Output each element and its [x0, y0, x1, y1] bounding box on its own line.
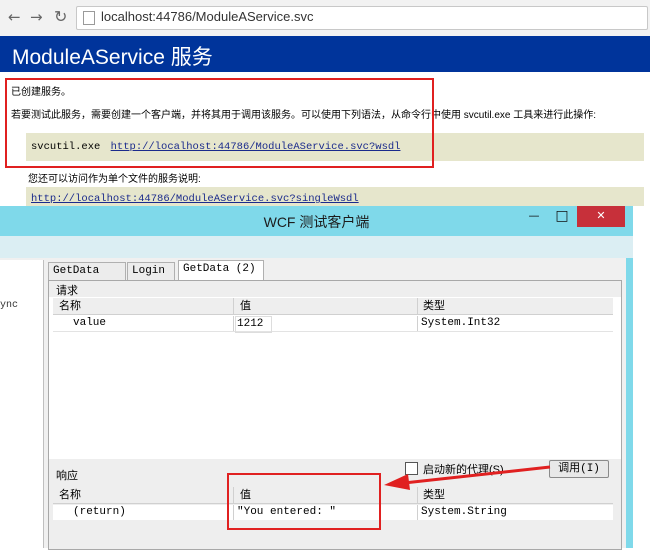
- arrow-shaft: [403, 465, 551, 485]
- window-titlebar[interactable]: WCF 测试客户端 — □ ✕: [0, 206, 633, 236]
- tab-getdata-1[interactable]: GetData (1): [48, 262, 126, 294]
- divider: [417, 505, 418, 520]
- request-section-header: 请求: [49, 281, 621, 297]
- request-param-type: System.Int32: [421, 317, 501, 329]
- menu-bar: [0, 236, 633, 258]
- minimize-icon[interactable]: —: [520, 206, 548, 227]
- response-label: 响应: [56, 470, 78, 482]
- annotation-arrow: [384, 465, 551, 490]
- tree-item-fragment[interactable]: ync: [0, 300, 18, 311]
- arrow-head: [384, 474, 410, 490]
- page-icon: [83, 11, 95, 25]
- request-header-name: 名称: [59, 299, 81, 312]
- window-right-border: [626, 258, 633, 548]
- divider: [233, 316, 234, 331]
- service-header: ModuleAService 服务: [0, 36, 650, 72]
- service-tree[interactable]: ync: [0, 260, 44, 548]
- request-param-name: value: [73, 317, 107, 329]
- forward-icon[interactable]: →: [30, 8, 43, 26]
- single-wsdl-link[interactable]: http://localhost:44786/ModuleAService.sv…: [31, 193, 359, 205]
- request-grid-header: 名称 值 类型: [53, 298, 613, 315]
- divider: [417, 316, 418, 331]
- refresh-icon[interactable]: ↻: [54, 8, 67, 26]
- request-row: value 1212 System.Int32: [53, 316, 613, 333]
- close-icon[interactable]: ✕: [577, 206, 625, 227]
- response-return-type: System.String: [421, 506, 507, 518]
- response-header-name: 名称: [59, 488, 81, 501]
- maximize-icon[interactable]: □: [548, 206, 576, 227]
- request-header-value: 值: [240, 299, 251, 312]
- highlight-box-service: [5, 78, 434, 168]
- request-header-type: 类型: [423, 299, 445, 312]
- access-text: 您还可以访问作为单个文件的服务说明:: [28, 174, 201, 185]
- back-icon[interactable]: ←: [8, 8, 21, 26]
- address-bar[interactable]: localhost:44786/ModuleAService.svc: [76, 6, 648, 30]
- divider: [233, 298, 234, 314]
- invoke-button[interactable]: 调用(I): [549, 460, 609, 478]
- highlight-box-response: [227, 473, 381, 530]
- request-label: 请求: [56, 285, 78, 297]
- page-title: ModuleAService 服务: [12, 46, 213, 69]
- response-return-name: (return): [73, 506, 126, 518]
- browser-toolbar: ← → ↻ localhost:44786/ModuleAService.svc: [0, 0, 650, 37]
- divider: [417, 298, 418, 314]
- request-value-input[interactable]: 1212: [235, 316, 272, 333]
- page-behind-window: [633, 206, 650, 548]
- address-url[interactable]: localhost:44786/ModuleAService.svc: [101, 9, 313, 24]
- tab-getdata-2[interactable]: GetData (2): [178, 260, 264, 281]
- tab-login[interactable]: Login: [127, 262, 175, 280]
